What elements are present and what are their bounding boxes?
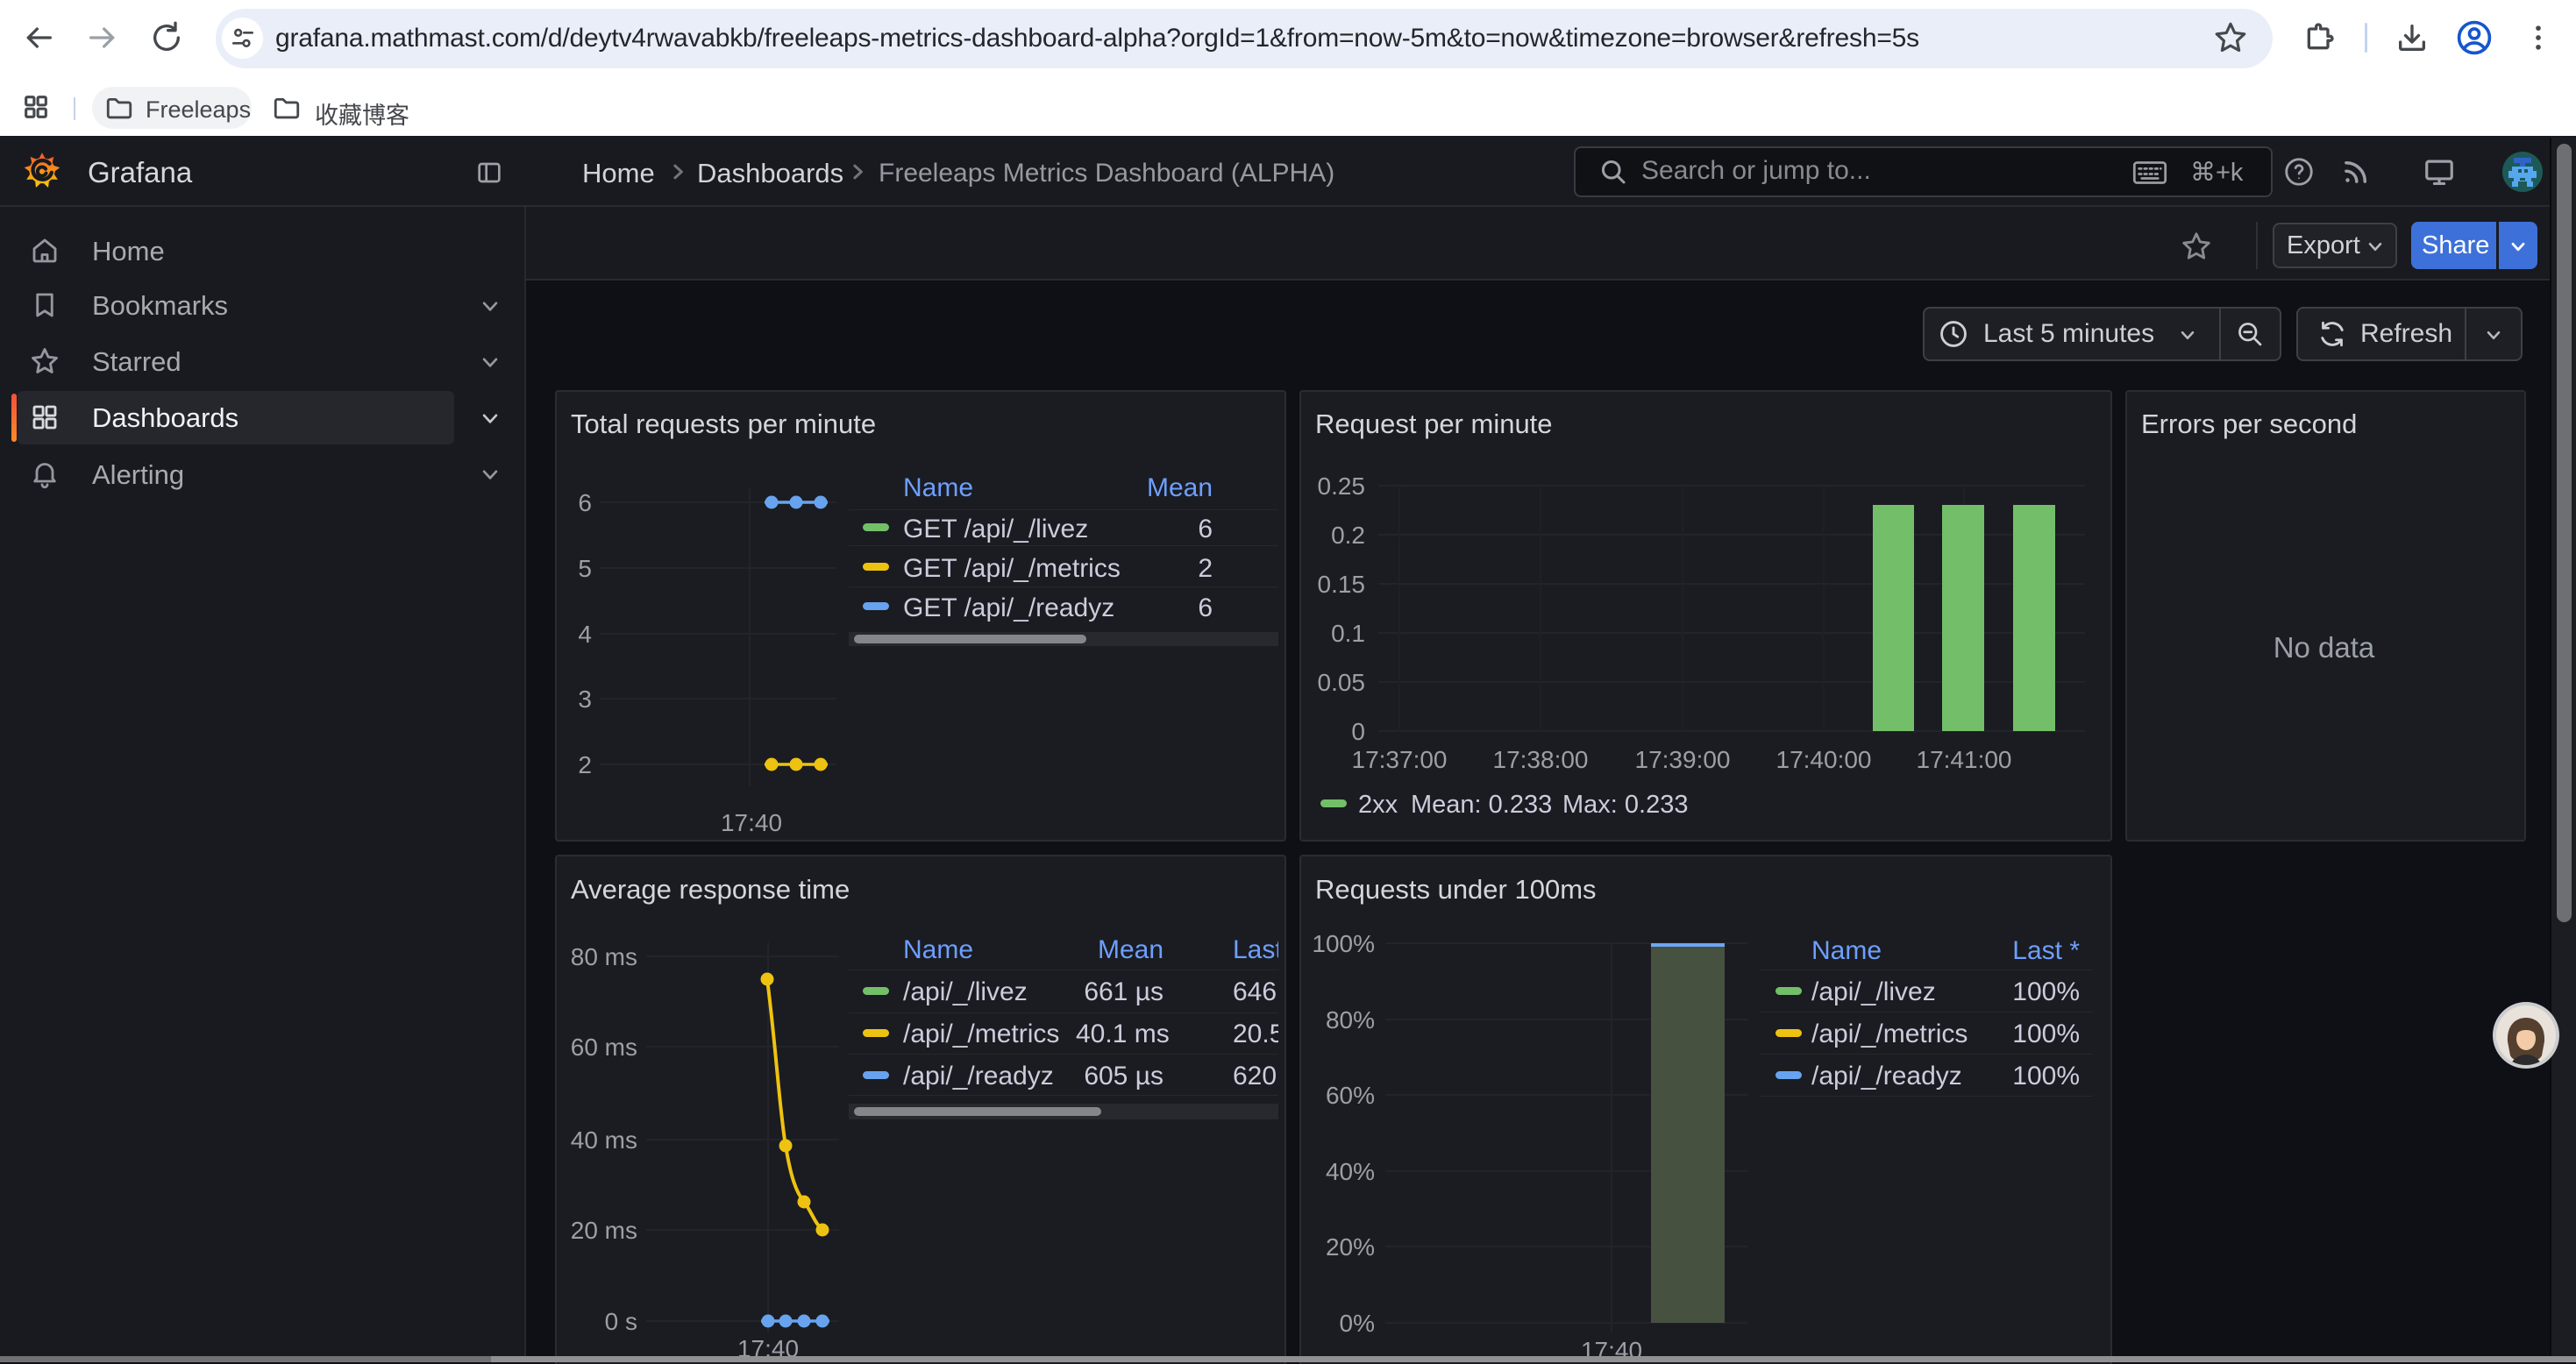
svg-text:0.25: 0.25 [1318, 472, 1366, 500]
svg-text:3: 3 [578, 686, 592, 713]
svg-text:17:38:00: 17:38:00 [1493, 746, 1589, 773]
svg-text:20 ms: 20 ms [571, 1217, 637, 1244]
svg-text:60 ms: 60 ms [571, 1034, 637, 1061]
svg-text:40%: 40% [1326, 1158, 1375, 1185]
svg-text:80 ms: 80 ms [571, 943, 637, 970]
svg-text:2: 2 [578, 751, 592, 778]
svg-text:6: 6 [578, 489, 592, 516]
svg-text:17:40:00: 17:40:00 [1776, 746, 1872, 773]
svg-text:4: 4 [578, 621, 592, 648]
svg-text:0.05: 0.05 [1318, 669, 1366, 696]
svg-text:5: 5 [578, 555, 592, 582]
svg-text:17:37:00: 17:37:00 [1352, 746, 1448, 773]
svg-text:0.15: 0.15 [1318, 571, 1366, 598]
svg-text:20%: 20% [1326, 1233, 1375, 1261]
svg-text:17:41:00: 17:41:00 [1917, 746, 2012, 773]
svg-text:0.1: 0.1 [1331, 620, 1365, 647]
svg-text:100%: 100% [1312, 930, 1375, 957]
svg-text:60%: 60% [1326, 1082, 1375, 1109]
svg-text:17:39:00: 17:39:00 [1635, 746, 1731, 773]
svg-text:80%: 80% [1326, 1006, 1375, 1034]
svg-text:0%: 0% [1340, 1310, 1375, 1337]
svg-text:0.2: 0.2 [1331, 522, 1365, 549]
svg-text:0: 0 [1351, 718, 1365, 745]
svg-text:17:40: 17:40 [721, 809, 782, 836]
svg-text:0 s: 0 s [605, 1308, 637, 1335]
svg-text:40 ms: 40 ms [571, 1126, 637, 1154]
